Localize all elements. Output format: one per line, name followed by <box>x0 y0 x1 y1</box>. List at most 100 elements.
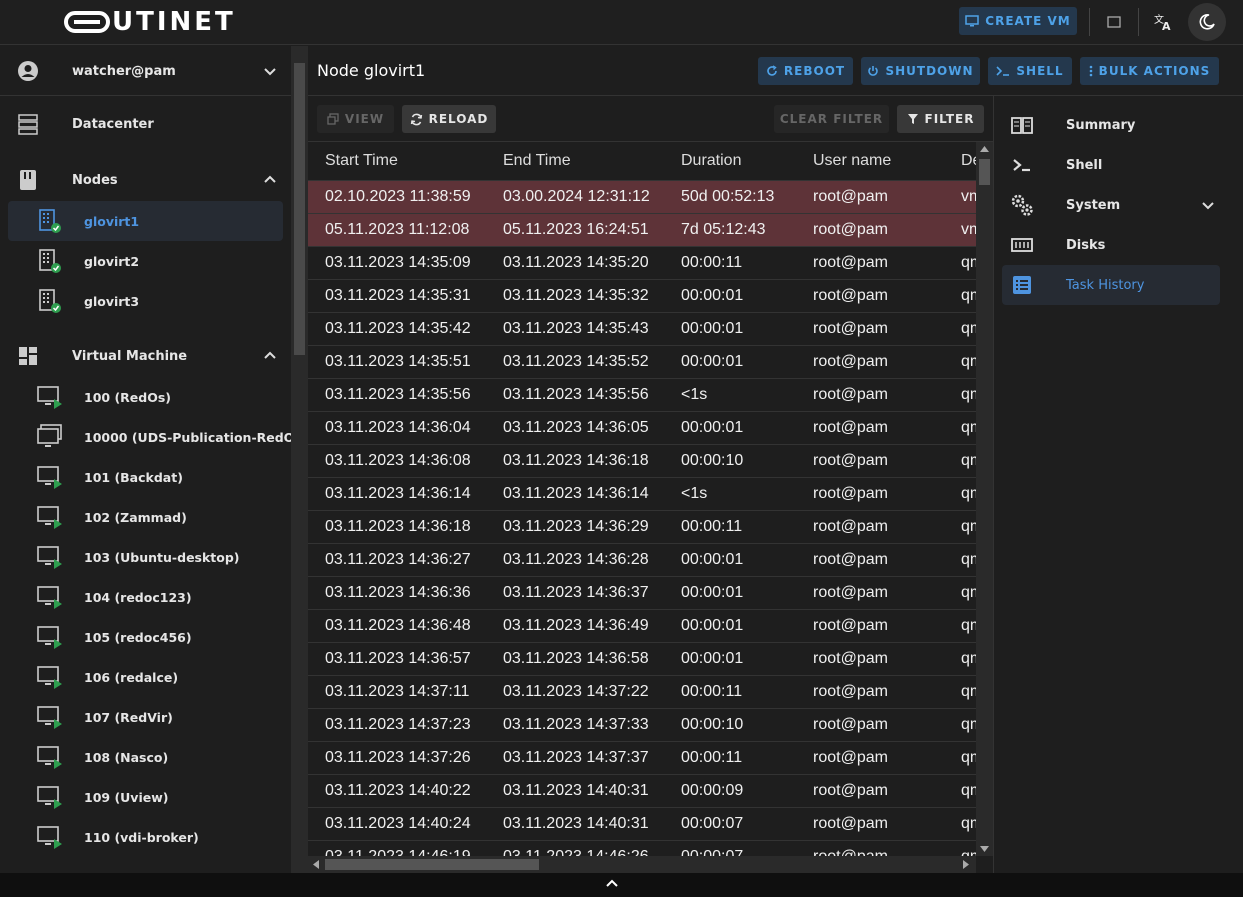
menu-item-disks[interactable]: Disks <box>1002 225 1220 265</box>
bottom-panel-bar[interactable] <box>0 873 1243 897</box>
cell-duration: 00:00:11 <box>664 246 796 280</box>
reload-button[interactable]: RELOAD <box>402 105 496 133</box>
table-row[interactable]: 03.11.2023 14:36:27 03.11.2023 14:36:28 00… <box>308 543 976 577</box>
chevron-up-icon[interactable] <box>262 172 278 188</box>
sidebar-vm-label: 102 (Zammad) <box>84 509 187 525</box>
sidebar-vm-item[interactable]: 107 (RedVir) <box>8 697 283 737</box>
sidebar-vm-item[interactable]: 101 (Backdat) <box>8 457 283 497</box>
cell-duration: 00:00:01 <box>664 543 796 577</box>
sidebar-vm-item[interactable]: 105 (redoc456) <box>8 617 283 657</box>
table-row[interactable]: 03.11.2023 14:36:57 03.11.2023 14:36:58 00… <box>308 642 976 676</box>
scroll-right-arrow-icon[interactable] <box>963 860 969 869</box>
cell-end-time: 03.00.2024 12:31:12 <box>486 180 664 214</box>
table-vertical-scrollbar[interactable] <box>976 142 993 856</box>
chevron-up-icon[interactable] <box>262 348 278 364</box>
cell-end-time: 03.11.2023 14:37:37 <box>486 741 664 775</box>
language-button[interactable]: 文A <box>1149 8 1177 36</box>
translate-icon: 文A <box>1154 13 1171 32</box>
table-row[interactable]: 03.11.2023 14:35:42 03.11.2023 14:35:43 00… <box>308 312 976 346</box>
table-row[interactable]: 03.11.2023 14:35:31 03.11.2023 14:35:32 00… <box>308 279 976 313</box>
cell-user-name: root@pam <box>796 675 944 709</box>
window-toggle-button[interactable] <box>1100 8 1128 36</box>
cell-description: qm <box>944 576 976 610</box>
cell-end-time: 03.11.2023 14:35:32 <box>486 279 664 313</box>
sidebar-vm-item[interactable]: 103 (Ubuntu-desktop) <box>8 537 283 577</box>
table-row[interactable]: 03.11.2023 14:46:19 03.11.2023 14:46:26 00… <box>308 840 976 856</box>
table-row[interactable]: 03.11.2023 14:36:14 03.11.2023 14:36:14 <1… <box>308 477 976 511</box>
theme-toggle-button[interactable] <box>1188 3 1226 41</box>
table-row[interactable]: 03.11.2023 14:40:22 03.11.2023 14:40:31 00… <box>308 774 976 808</box>
view-button[interactable]: VIEW <box>317 105 394 133</box>
sidebar-vm-item[interactable]: 100 (RedOs) <box>8 377 283 417</box>
sidebar-node-glovirt3[interactable]: glovirt3 <box>8 281 283 321</box>
scrollbar-thumb[interactable] <box>294 63 305 355</box>
table-row[interactable]: 03.11.2023 14:35:09 03.11.2023 14:35:20 00… <box>308 246 976 280</box>
sidebar-item-virtual-machine[interactable]: Virtual Machine <box>0 336 291 376</box>
table-row[interactable]: 02.10.2023 11:38:59 03.00.2024 12:31:12 50… <box>308 180 976 214</box>
scroll-up-arrow-icon[interactable] <box>980 146 989 152</box>
reboot-button[interactable]: REBOOT <box>758 57 853 85</box>
menu-item-summary[interactable]: Summary <box>1002 105 1220 145</box>
table-row[interactable]: 03.11.2023 14:36:04 03.11.2023 14:36:05 00… <box>308 411 976 445</box>
sidebar-vm-item[interactable]: 108 (Nasco) <box>8 737 283 777</box>
create-vm-button[interactable]: CREATE VM <box>959 7 1077 35</box>
clear-filter-button[interactable]: CLEAR FILTER <box>774 105 889 133</box>
table-row[interactable]: 03.11.2023 14:37:26 03.11.2023 14:37:37 00… <box>308 741 976 775</box>
table-row[interactable]: 03.11.2023 14:36:48 03.11.2023 14:36:49 00… <box>308 609 976 643</box>
shutdown-button[interactable]: SHUTDOWN <box>861 57 980 85</box>
table-row[interactable]: 03.11.2023 14:36:18 03.11.2023 14:36:29 00… <box>308 510 976 544</box>
user-row[interactable]: watcher@pam <box>0 51 291 91</box>
filter-button[interactable]: FILTER <box>897 105 984 133</box>
menu-item-shell[interactable]: Shell <box>1002 145 1220 185</box>
cell-end-time: 03.11.2023 14:36:37 <box>486 576 664 610</box>
column-header-user-name[interactable]: User name <box>796 142 944 181</box>
column-header-end-time[interactable]: End Time <box>486 142 664 181</box>
table-horizontal-scrollbar[interactable] <box>308 856 976 873</box>
table-row[interactable]: 03.11.2023 14:35:56 03.11.2023 14:35:56 <1… <box>308 378 976 412</box>
user-menu[interactable]: watcher@pam <box>0 46 291 96</box>
table-row[interactable]: 03.11.2023 14:37:23 03.11.2023 14:37:33 00… <box>308 708 976 742</box>
table-row[interactable]: 03.11.2023 14:36:36 03.11.2023 14:36:37 00… <box>308 576 976 610</box>
sidebar-node-glovirt2[interactable]: glovirt2 <box>8 241 283 281</box>
sidebar-vm-item[interactable]: 106 (redalce) <box>8 657 283 697</box>
scrollbar-thumb[interactable] <box>979 159 990 185</box>
chevron-down-icon[interactable] <box>262 63 278 79</box>
scroll-down-arrow-icon[interactable] <box>980 846 989 852</box>
sidebar-vm-item[interactable]: 102 (Zammad) <box>8 497 283 537</box>
table-row[interactable]: 03.11.2023 14:40:24 03.11.2023 14:40:31 00… <box>308 807 976 841</box>
node-online-icon <box>36 207 64 235</box>
sidebar-vm-item[interactable]: 10000 (UDS-Publication-RedOS-1) <box>8 417 291 457</box>
cell-end-time: 03.11.2023 14:36:14 <box>486 477 664 511</box>
sidebar-vm-item[interactable]: 104 (redoc123) <box>8 577 283 617</box>
sidebar-scrollbar[interactable] <box>291 46 308 873</box>
table-row[interactable]: 03.11.2023 14:35:51 03.11.2023 14:35:52 00… <box>308 345 976 379</box>
column-header-start-time[interactable]: Start Time <box>308 142 486 181</box>
chevron-down-icon[interactable] <box>1200 197 1216 213</box>
sidebar-vm-item[interactable]: 110 (vdi-broker) <box>8 817 283 857</box>
vm-running-icon <box>36 383 64 411</box>
cell-duration: 00:00:01 <box>664 411 796 445</box>
sidebar-item-nodes[interactable]: Nodes <box>0 160 291 200</box>
scroll-left-arrow-icon[interactable] <box>313 860 319 869</box>
table-row[interactable]: 05.11.2023 11:12:08 05.11.2023 16:24:51 7d… <box>308 213 976 247</box>
sidebar-item-datacenter[interactable]: Datacenter <box>0 104 291 144</box>
sidebar-vm-item[interactable]: 109 (Uview) <box>8 777 283 817</box>
menu-item-system[interactable]: System <box>1002 185 1220 225</box>
shell-button[interactable]: SHELL <box>988 57 1072 85</box>
cell-user-name: root@pam <box>796 708 944 742</box>
sidebar-node-glovirt1[interactable]: glovirt1 <box>8 201 283 241</box>
cell-description: qm <box>944 543 976 577</box>
menu-item-task-history[interactable]: Task History <box>1002 265 1220 305</box>
logo[interactable]: UTINET <box>64 7 236 37</box>
table-row[interactable]: 03.11.2023 14:36:08 03.11.2023 14:36:18 00… <box>308 444 976 478</box>
scrollbar-thumb[interactable] <box>325 859 539 870</box>
cell-description: qm <box>944 279 976 313</box>
bulk-actions-button[interactable]: BULK ACTIONS <box>1080 57 1219 85</box>
column-header-duration[interactable]: Duration <box>664 142 796 181</box>
sidebar-item-label: Datacenter <box>72 116 154 132</box>
column-header-description[interactable]: De <box>944 142 976 181</box>
chevron-up-icon[interactable] <box>605 878 619 888</box>
menu-item-label: Disks <box>1066 237 1106 253</box>
dark-mode-icon <box>1199 14 1215 30</box>
table-row[interactable]: 03.11.2023 14:37:11 03.11.2023 14:37:22 00… <box>308 675 976 709</box>
